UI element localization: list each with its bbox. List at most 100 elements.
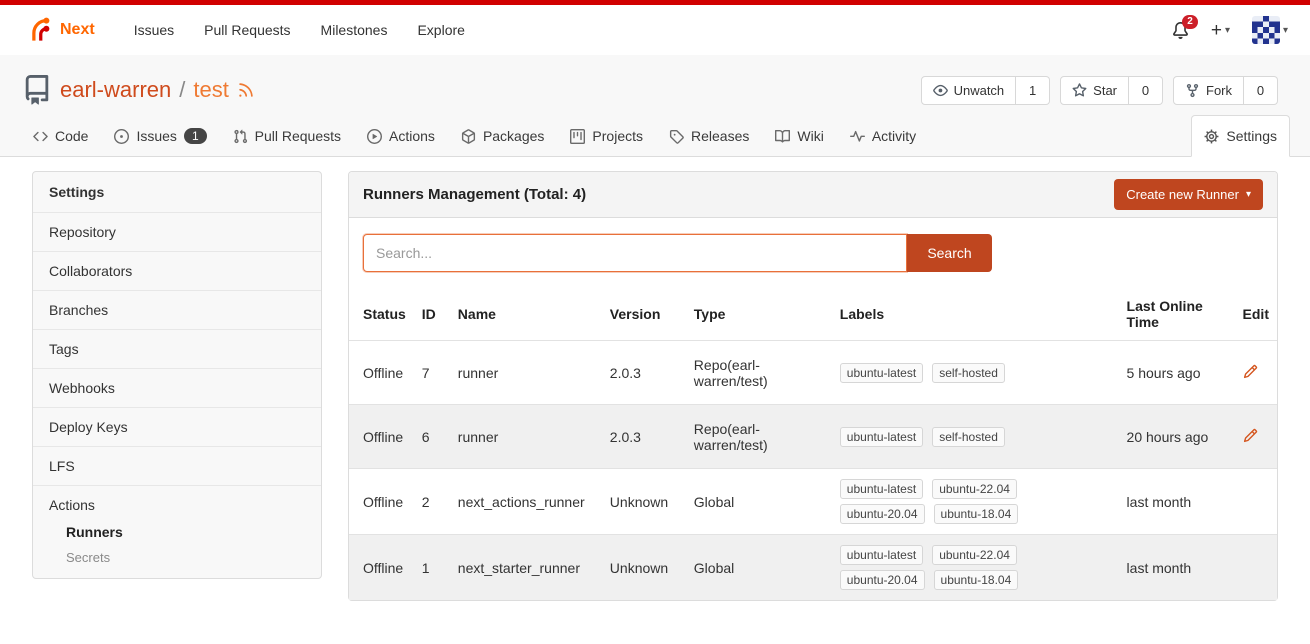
tab-projects[interactable]: Projects (557, 115, 656, 157)
repo-header: earl-warren / test Unwatch 1 (0, 55, 1310, 115)
runner-status: Offline (349, 535, 414, 601)
search-row: Search (349, 218, 1277, 288)
runner-label: ubuntu-latest (840, 363, 923, 383)
book-icon (775, 129, 790, 144)
sidebar-item-repository[interactable]: Repository (33, 212, 321, 251)
runners-card: Runners Management (Total: 4) Create new… (348, 171, 1278, 601)
runner-last-online: last month (1119, 469, 1235, 535)
sidebar-item-lfs[interactable]: LFS (33, 446, 321, 485)
fork-icon (1185, 83, 1200, 98)
runner-status: Offline (349, 405, 414, 469)
tab-actions-label: Actions (389, 128, 435, 144)
runner-label: ubuntu-22.04 (932, 479, 1017, 499)
tab-code[interactable]: Code (20, 115, 101, 157)
star-button-group: Star 0 (1060, 76, 1163, 105)
forks-count[interactable]: 0 (1244, 76, 1278, 105)
runner-label: ubuntu-latest (840, 545, 923, 565)
star-label: Star (1093, 83, 1117, 98)
create-runner-button[interactable]: Create new Runner ▾ (1114, 179, 1263, 210)
runner-status: Offline (349, 341, 414, 405)
sidebar-item-secrets[interactable]: Secrets (33, 545, 321, 570)
code-icon (33, 129, 48, 144)
unwatch-label: Unwatch (954, 83, 1005, 98)
header-last-online: Last Online Time (1119, 288, 1235, 341)
avatar (1252, 16, 1280, 44)
nav-item-milestones[interactable]: Milestones (308, 14, 401, 46)
runner-labels: ubuntu-latest ubuntu-22.04 ubuntu-20.04 … (840, 479, 1026, 524)
tab-releases[interactable]: Releases (656, 115, 762, 157)
create-runner-label: Create new Runner (1126, 187, 1239, 202)
runner-id: 6 (414, 405, 450, 469)
runner-type: Repo(earl-warren/test) (686, 341, 832, 405)
runner-labels: ubuntu-latest self-hosted (840, 363, 1026, 383)
sidebar-item-collaborators[interactable]: Collaborators (33, 251, 321, 290)
pull-request-icon (233, 129, 248, 144)
tab-settings[interactable]: Settings (1191, 115, 1290, 157)
home-link[interactable]: Next (22, 15, 95, 45)
header-version: Version (602, 288, 686, 341)
tab-actions[interactable]: Actions (354, 115, 448, 157)
edit-runner-button[interactable] (1243, 428, 1258, 443)
watch-button-group: Unwatch 1 (921, 76, 1051, 105)
runner-version: 2.0.3 (602, 341, 686, 405)
sidebar-title: Settings (33, 172, 321, 212)
tab-wiki[interactable]: Wiki (762, 115, 836, 157)
nav-links: Issues Pull Requests Milestones Explore (121, 14, 478, 46)
user-menu[interactable]: ▾ (1252, 16, 1288, 44)
runner-label: ubuntu-latest (840, 479, 923, 499)
sidebar-item-actions[interactable]: Actions (33, 486, 321, 519)
sidebar-item-runners[interactable]: Runners (33, 519, 321, 545)
header-edit: Edit (1235, 288, 1277, 341)
notifications-button[interactable]: 2 (1172, 22, 1189, 39)
runners-table: Status ID Name Version Type Labels Last … (349, 288, 1277, 600)
star-button[interactable]: Star (1060, 76, 1129, 105)
repo-tabbar: Code Issues 1 Pull Requests Actions Pack… (0, 115, 1310, 157)
runner-last-online: 5 hours ago (1119, 341, 1235, 405)
nav-item-issues[interactable]: Issues (121, 14, 187, 46)
table-row: Offline 1 next_starter_runner Unknown Gl… (349, 535, 1277, 601)
stars-count[interactable]: 0 (1129, 76, 1163, 105)
sidebar-item-deploy-keys[interactable]: Deploy Keys (33, 407, 321, 446)
tab-packages[interactable]: Packages (448, 115, 557, 157)
runner-name: runner (450, 341, 602, 405)
runner-label: ubuntu-latest (840, 427, 923, 447)
runner-status: Offline (349, 469, 414, 535)
play-icon (367, 129, 382, 144)
package-icon (461, 129, 476, 144)
edit-runner-button[interactable] (1243, 364, 1258, 379)
issues-count-badge: 1 (184, 128, 207, 144)
runner-id: 1 (414, 535, 450, 601)
tab-issues[interactable]: Issues 1 (101, 115, 219, 157)
sidebar-group-actions: Actions Runners Secrets (33, 485, 321, 578)
runner-label: self-hosted (932, 363, 1005, 383)
sidebar-item-webhooks[interactable]: Webhooks (33, 368, 321, 407)
watchers-count[interactable]: 1 (1016, 76, 1050, 105)
rss-feed-button[interactable] (237, 81, 255, 99)
repo-header-band: earl-warren / test Unwatch 1 (0, 55, 1310, 157)
tab-activity[interactable]: Activity (837, 115, 929, 157)
runner-label: ubuntu-20.04 (840, 570, 925, 590)
header-type: Type (686, 288, 832, 341)
create-new-dropdown[interactable]: + ▾ (1211, 21, 1230, 40)
unwatch-button[interactable]: Unwatch (921, 76, 1017, 105)
eye-icon (933, 83, 948, 98)
repo-owner-link[interactable]: earl-warren (60, 77, 171, 103)
nav-item-pull-requests[interactable]: Pull Requests (191, 14, 303, 46)
chevron-down-icon: ▾ (1246, 189, 1251, 200)
tab-pull-requests[interactable]: Pull Requests (220, 115, 354, 157)
repo-name-link[interactable]: test (193, 77, 228, 103)
main-content: Settings Repository Collaborators Branch… (0, 157, 1310, 601)
search-button[interactable]: Search (907, 234, 992, 272)
runner-name: runner (450, 405, 602, 469)
runner-version: Unknown (602, 535, 686, 601)
fork-button[interactable]: Fork (1173, 76, 1244, 105)
runner-label: ubuntu-20.04 (840, 504, 925, 524)
search-input[interactable] (363, 234, 907, 272)
nav-item-explore[interactable]: Explore (404, 14, 477, 46)
sidebar-item-branches[interactable]: Branches (33, 290, 321, 329)
brand-name: Next (60, 21, 95, 39)
sidebar-item-tags[interactable]: Tags (33, 329, 321, 368)
project-icon (570, 129, 585, 144)
tab-issues-label: Issues (136, 128, 176, 144)
forgejo-logo-icon (22, 15, 52, 45)
